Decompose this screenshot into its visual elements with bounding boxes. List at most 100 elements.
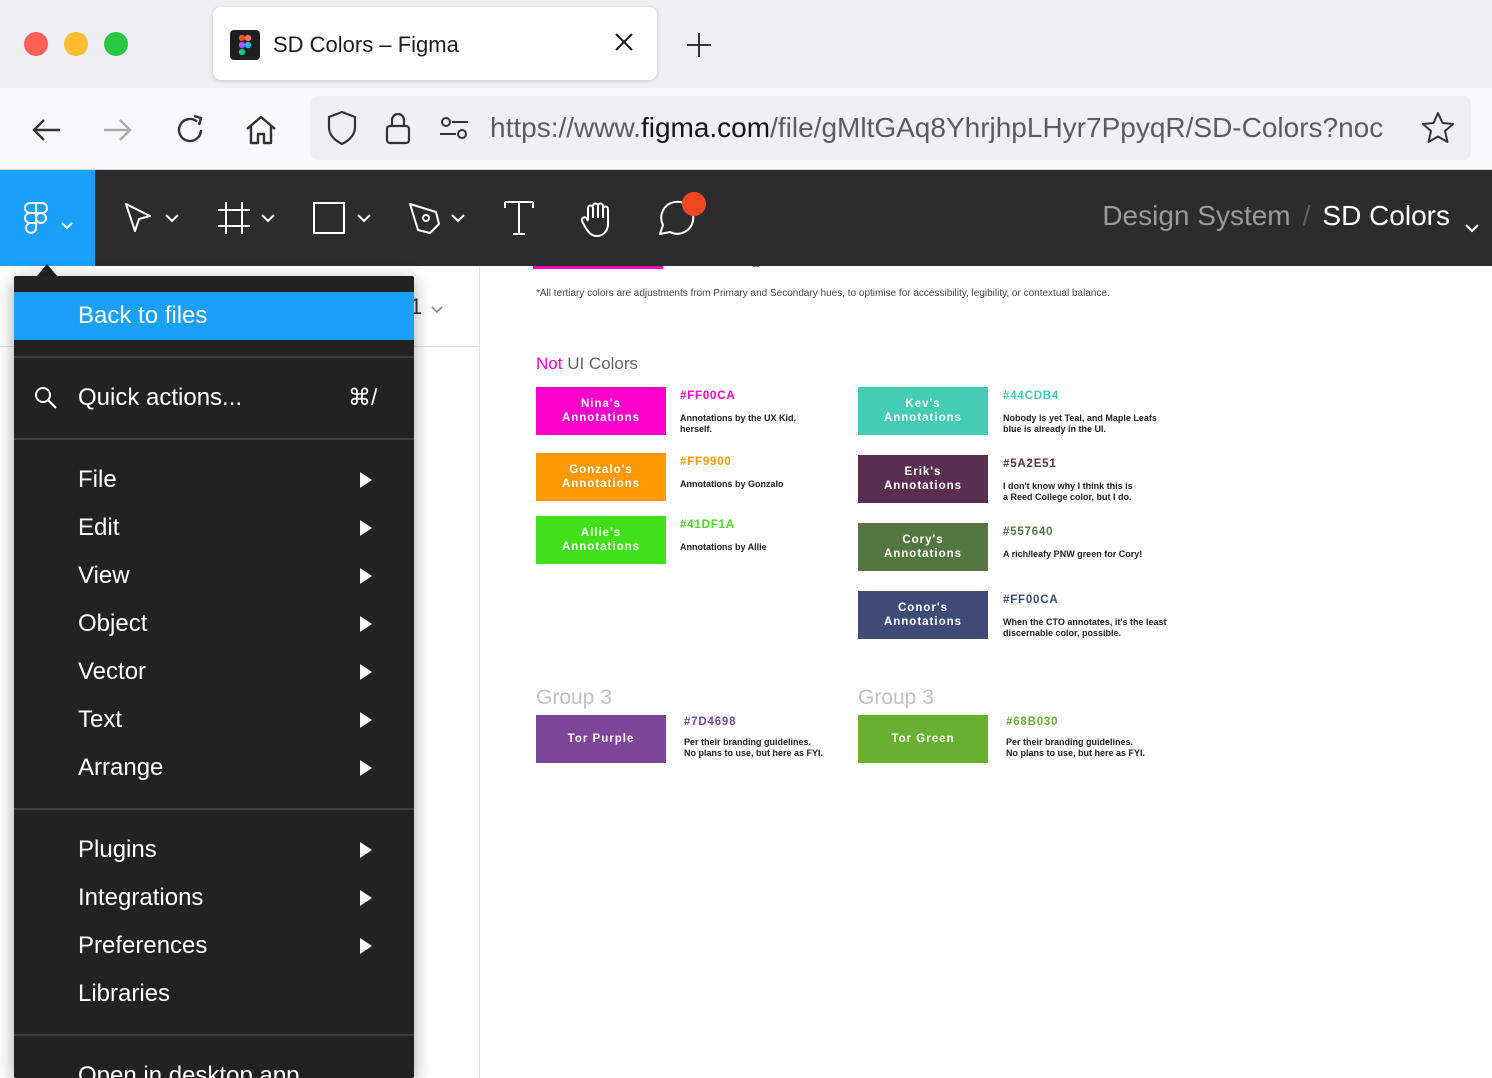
menu-item-label: Preferences bbox=[78, 932, 208, 959]
color-swatch[interactable]: Kev's Annotations bbox=[858, 387, 988, 435]
browser-nav-bar: https://www.figma.com/file/gMltGAq8Yhrjh… bbox=[0, 88, 1492, 170]
color-description: When the CTO annotates, it's the least di… bbox=[1003, 617, 1203, 639]
swatch-label: Annotations bbox=[561, 541, 641, 553]
bookmark-star-icon[interactable] bbox=[1420, 110, 1456, 146]
color-swatch[interactable]: Conor's Annotations bbox=[858, 591, 988, 639]
shape-tool-button[interactable] bbox=[312, 198, 376, 238]
menu-item-label: File bbox=[78, 466, 117, 493]
submenu-arrow-icon bbox=[360, 890, 372, 906]
submenu-arrow-icon bbox=[360, 842, 372, 858]
color-swatch[interactable]: Nina's Annotations bbox=[536, 387, 666, 435]
forward-arrow-icon[interactable] bbox=[98, 110, 138, 150]
comment-tool-button[interactable] bbox=[656, 192, 712, 240]
menu-item-label: Vector bbox=[78, 658, 147, 685]
move-tool-button[interactable] bbox=[120, 198, 184, 238]
color-description: Per their branding guidelines. No plans t… bbox=[684, 737, 874, 759]
cursor-icon bbox=[125, 203, 179, 232]
menu-item-arrange[interactable]: Arrange bbox=[14, 744, 414, 792]
hex-code: #557640 bbox=[1003, 526, 1054, 538]
color-swatch[interactable]: Tor Green bbox=[858, 715, 988, 763]
divider bbox=[753, 266, 759, 267]
menu-item-label: Text bbox=[78, 706, 123, 733]
close-window-button[interactable] bbox=[24, 32, 48, 56]
menu-item-back-to-files[interactable]: Back to files bbox=[14, 292, 414, 340]
menu-item-text[interactable]: Text bbox=[14, 696, 414, 744]
address-bar[interactable]: https://www.figma.com/file/gMltGAq8Yhrjh… bbox=[310, 96, 1471, 160]
desc-line: Per their branding guidelines. bbox=[684, 737, 812, 747]
design-canvas[interactable]: *All tertiary colors are adjustments fro… bbox=[481, 266, 1492, 1078]
minimize-window-button[interactable] bbox=[64, 32, 88, 56]
menu-item-object[interactable]: Object bbox=[14, 600, 414, 648]
chevron-down-icon[interactable] bbox=[430, 302, 444, 314]
color-swatch[interactable]: Cory's Annotations bbox=[858, 523, 988, 571]
menu-divider bbox=[14, 808, 414, 810]
menu-item-view[interactable]: View bbox=[14, 552, 414, 600]
color-description: A rich/leafy PNW green for Cory! bbox=[1003, 549, 1193, 560]
color-swatch[interactable]: Allie's Annotations bbox=[536, 516, 666, 564]
zoom-window-button[interactable] bbox=[104, 32, 128, 56]
keyboard-shortcut: ⌘/ bbox=[348, 384, 378, 410]
menu-item-plugins[interactable]: Plugins bbox=[14, 826, 414, 874]
desc-line: a Reed College color, but I do. bbox=[1003, 492, 1132, 502]
frame-tool-button[interactable] bbox=[216, 198, 280, 238]
color-swatch[interactable]: Erik's Annotations bbox=[858, 455, 988, 503]
comment-icon bbox=[659, 192, 706, 235]
new-tab-icon[interactable] bbox=[684, 30, 714, 60]
breadcrumb[interactable]: Design System / SD Colors bbox=[1102, 200, 1479, 233]
menu-item-quick-actions[interactable]: Quick actions... ⌘/ bbox=[14, 374, 414, 422]
text-icon bbox=[504, 201, 534, 235]
browser-tab[interactable]: SD Colors – Figma bbox=[213, 7, 657, 80]
desc-line: I don't know why I think this is bbox=[1003, 481, 1133, 491]
text-tool-button[interactable] bbox=[502, 198, 536, 238]
file-name[interactable]: SD Colors bbox=[1322, 200, 1450, 231]
lock-icon[interactable] bbox=[384, 108, 412, 148]
menu-item-label: Quick actions... bbox=[78, 384, 243, 411]
menu-divider bbox=[14, 438, 414, 440]
reload-icon[interactable] bbox=[170, 110, 210, 150]
chevron-down-icon[interactable] bbox=[1464, 210, 1480, 233]
color-swatch[interactable]: Tor Purple bbox=[536, 715, 666, 763]
url-host: figma.com bbox=[640, 112, 771, 143]
url-prefix: https://www. bbox=[490, 112, 641, 143]
project-name[interactable]: Design System bbox=[1102, 200, 1290, 231]
menu-item-libraries[interactable]: Libraries bbox=[14, 970, 414, 1018]
pen-tool-button[interactable] bbox=[406, 198, 470, 238]
section-title-highlight: Not bbox=[536, 354, 563, 373]
browser-tab-bar: SD Colors – Figma bbox=[0, 0, 1492, 88]
desc-line: Annotations by Allie bbox=[680, 542, 767, 552]
home-icon[interactable] bbox=[241, 110, 281, 150]
submenu-arrow-icon bbox=[360, 616, 372, 632]
close-tab-icon[interactable] bbox=[611, 29, 637, 55]
menu-item-file[interactable]: File bbox=[14, 456, 414, 504]
menu-item-label: Object bbox=[78, 610, 148, 637]
pen-icon bbox=[409, 203, 465, 234]
menu-item-preferences[interactable]: Preferences bbox=[14, 922, 414, 970]
color-swatch[interactable]: Gonzalo's Annotations bbox=[536, 453, 666, 501]
menu-item-label: Back to files bbox=[78, 302, 208, 329]
url-path: /file/gMltGAq8YhrjhpLHyr7PpyqR/SD-Colors… bbox=[770, 112, 1384, 143]
hex-code: #FF00CA bbox=[1003, 594, 1059, 606]
shield-icon[interactable] bbox=[326, 108, 358, 148]
back-arrow-icon[interactable] bbox=[26, 110, 66, 150]
main-menu: Back to files Quick actions... ⌘/ File E… bbox=[14, 276, 414, 1078]
site-permissions-icon[interactable] bbox=[438, 110, 470, 146]
menu-item-label: Plugins bbox=[78, 836, 157, 863]
menu-item-label: Arrange bbox=[78, 754, 164, 781]
swatch-label: Annotations bbox=[883, 480, 963, 492]
main-menu-button[interactable] bbox=[0, 170, 95, 266]
swatch-label: Allie's bbox=[580, 527, 622, 539]
menu-item-edit[interactable]: Edit bbox=[14, 504, 414, 552]
submenu-arrow-icon bbox=[360, 472, 372, 488]
swatch-label: Nina's bbox=[580, 398, 622, 410]
section-title-rest: UI Colors bbox=[562, 354, 639, 373]
swatch-label: Tor Purple bbox=[567, 733, 635, 745]
submenu-arrow-icon bbox=[360, 568, 372, 584]
swatch-label: Annotations bbox=[883, 616, 963, 628]
rectangle-icon bbox=[313, 202, 371, 234]
swatch-label: Annotations bbox=[561, 478, 641, 490]
hand-tool-button[interactable] bbox=[578, 198, 618, 238]
menu-item-open-desktop-app[interactable]: Open in desktop app bbox=[14, 1052, 414, 1078]
menu-item-vector[interactable]: Vector bbox=[14, 648, 414, 696]
menu-item-integrations[interactable]: Integrations bbox=[14, 874, 414, 922]
url-text[interactable]: https://www.figma.com/file/gMltGAq8Yhrjh… bbox=[490, 112, 1410, 144]
